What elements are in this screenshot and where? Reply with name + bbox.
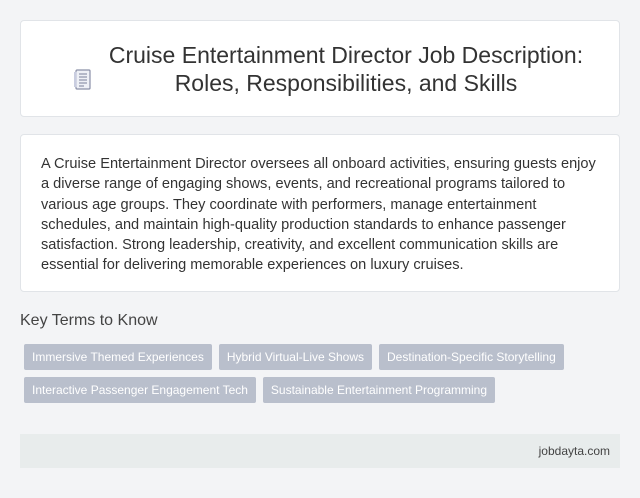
key-terms-heading: Key Terms to Know xyxy=(20,312,158,329)
title-card: Cruise Entertainment Director Job Descri… xyxy=(20,20,620,117)
key-term-tag[interactable]: Destination-Specific Storytelling xyxy=(379,344,564,370)
key-term-tag[interactable]: Immersive Themed Experiences xyxy=(24,344,212,370)
key-terms-list: Immersive Themed Experiences Hybrid Virt… xyxy=(24,344,604,403)
key-term-tag[interactable]: Interactive Passenger Engagement Tech xyxy=(24,377,256,403)
key-term-tag[interactable]: Sustainable Entertainment Programming xyxy=(262,377,496,403)
footer: jobdayta.com xyxy=(20,434,620,468)
description-card: A Cruise Entertainment Director oversees… xyxy=(20,134,620,292)
document-icon xyxy=(73,68,93,92)
footer-site-link[interactable]: jobdayta.com xyxy=(539,444,610,458)
description-text: A Cruise Entertainment Director oversees… xyxy=(41,156,596,274)
key-term-tag[interactable]: Hybrid Virtual-Live Shows xyxy=(218,344,373,370)
page-title: Cruise Entertainment Director Job Descri… xyxy=(108,41,584,96)
